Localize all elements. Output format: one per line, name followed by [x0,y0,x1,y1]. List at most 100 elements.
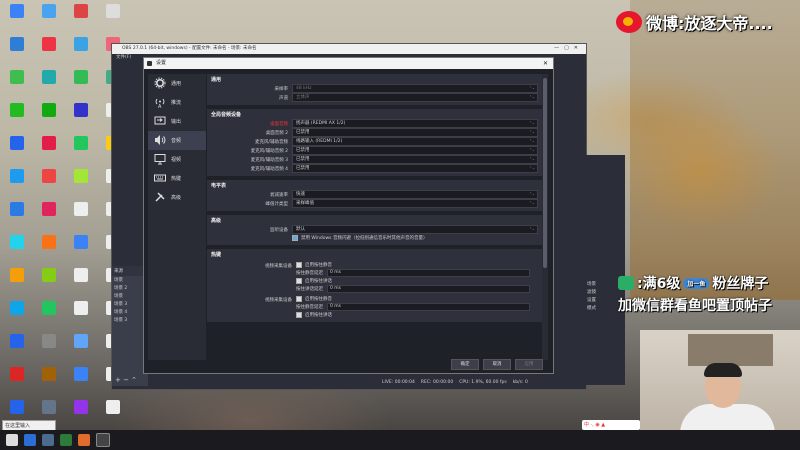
row-select[interactable]: 48 kHz [292,84,538,93]
settings-nav-item[interactable]: 通用 [148,74,206,93]
settings-nav-item[interactable]: 音频 [148,131,206,150]
desktop-shortcut[interactable] [34,4,64,29]
desktop-shortcut[interactable] [2,301,32,326]
desktop-shortcut[interactable] [66,268,96,293]
hotkey-checkbox[interactable]: 启用按住静音 [296,295,538,303]
ok-button[interactable]: 确定 [451,359,479,370]
desktop-shortcut[interactable] [2,37,32,62]
hotkey-checkbox[interactable]: 启用按住讲话 [296,277,538,285]
shortcut-label [2,184,32,194]
ime-tray[interactable]: 中 ·, ◉ ▲ [582,420,640,430]
shortcut-label [2,19,32,29]
delay-input[interactable]: 0 ms [327,285,530,293]
wechat-line1: :满6级 [637,276,681,292]
desktop-shortcut[interactable] [34,37,64,62]
xbox-icon[interactable] [60,434,72,446]
desktop-shortcut[interactable] [2,70,32,95]
apply-button[interactable]: 应用 [515,359,543,370]
hotkey-delay-row: 按住讲话延迟 0 ms [296,285,538,293]
row-select[interactable]: 已禁用 [292,128,538,137]
wechat-overlay: :满6级 加一鱼 粉丝牌子 加微信群看鱼吧置顶帖子 [618,273,772,315]
delay-input[interactable]: 0 ms [327,303,530,311]
desktop-shortcut[interactable] [2,268,32,293]
start-button-icon[interactable] [6,434,18,446]
window-controls[interactable]: —▢✕ [554,45,583,51]
broadcast-icon: A [154,96,166,110]
desktop-shortcut[interactable] [66,103,96,128]
settings-nav-item[interactable]: 热键 [148,169,206,188]
settings-nav-item[interactable]: 输出 [148,112,206,131]
app-icon [10,70,24,84]
settings-nav: 通用 A 推流 输出 音频 视频热键高级 [148,74,206,360]
delay-input[interactable]: 0 ms [327,269,530,277]
row-select[interactable]: 扬声器 (REDMI AX 1/2) [292,119,538,128]
desktop-shortcut[interactable] [34,169,64,194]
shortcut-label [66,217,96,227]
desktop-shortcut[interactable] [2,235,32,260]
steam-icon[interactable] [42,434,54,446]
desktop-shortcut[interactable] [34,367,64,392]
checkbox-box[interactable] [296,296,302,302]
desktop-shortcut[interactable] [34,268,64,293]
desktop-shortcut[interactable] [2,4,32,29]
dock-controls[interactable]: + − ⌃ [115,376,137,384]
desktop-shortcut[interactable] [34,202,64,227]
desktop-shortcut[interactable] [34,70,64,95]
desktop-shortcut[interactable] [2,169,32,194]
checkbox-box[interactable] [292,235,298,241]
row-select[interactable]: 已禁用 [292,164,538,173]
row-select[interactable]: 采样峰值 [292,199,538,208]
checkbox-box[interactable] [296,278,302,284]
desktop-shortcut[interactable] [2,334,32,359]
desktop-shortcut[interactable] [2,367,32,392]
desktop-shortcut[interactable] [34,235,64,260]
settings-nav-item[interactable]: 视频 [148,150,206,169]
desktop-shortcut[interactable] [66,202,96,227]
desktop-shortcut[interactable] [66,169,96,194]
cancel-button[interactable]: 取消 [483,359,511,370]
row-select[interactable]: 已禁用 [292,146,538,155]
app-icon [42,334,56,348]
row-select[interactable]: 快速 [292,190,538,199]
row-select[interactable]: 立体声 [292,93,538,102]
desktop-shortcut[interactable] [34,334,64,359]
desktop-shortcut[interactable] [2,202,32,227]
desktop-shortcut[interactable] [34,136,64,161]
settings-row: 监听设备 默认 [211,225,538,234]
row-select[interactable]: 线路输入 (REDMI 1/2) [292,137,538,146]
hotkey-checkbox[interactable]: 启用按住静音 [296,261,538,269]
desktop-shortcut[interactable] [66,301,96,326]
desktop-shortcut[interactable] [2,103,32,128]
desktop-shortcut[interactable] [66,367,96,392]
desktop-shortcut[interactable] [66,37,96,62]
desktop-shortcut[interactable] [66,136,96,161]
desktop-shortcut[interactable] [2,136,32,161]
settings-scrollbar[interactable] [542,74,548,360]
ducking-checkbox[interactable]: 禁用 Windows 音频闪避（拉低别通信音乐时其他声音的音量） [211,234,538,242]
close-icon[interactable]: ✕ [543,58,548,69]
desktop-shortcut[interactable] [98,400,128,425]
settings-nav-item[interactable]: A 推流 [148,93,206,112]
row-select[interactable]: 已禁用 [292,155,538,164]
scrollbar-thumb[interactable] [543,78,547,268]
checkbox-box[interactable] [296,312,302,318]
obs-taskbar-icon[interactable] [96,433,110,447]
desktop-shortcut[interactable] [66,4,96,29]
settings-nav-item[interactable]: 高级 [148,188,206,207]
hotkey-checkbox[interactable]: 启用按住讲话 [296,311,538,319]
shortcut-label [34,151,64,161]
delay-label: 按住讲话延迟 [296,287,323,292]
desktop-shortcut[interactable] [34,301,64,326]
edge-browser-icon[interactable] [24,434,36,446]
desktop-shortcut[interactable] [98,4,128,29]
shortcut-label [98,415,128,425]
desktop-shortcut[interactable] [34,103,64,128]
desktop-shortcut[interactable] [66,334,96,359]
checkbox-box[interactable] [296,262,302,268]
row-select[interactable]: 默认 [292,225,538,234]
app-icon[interactable] [78,434,90,446]
desktop-shortcut[interactable] [66,400,96,425]
desktop-shortcut[interactable] [66,235,96,260]
nav-label: 热键 [171,176,182,182]
desktop-shortcut[interactable] [66,70,96,95]
